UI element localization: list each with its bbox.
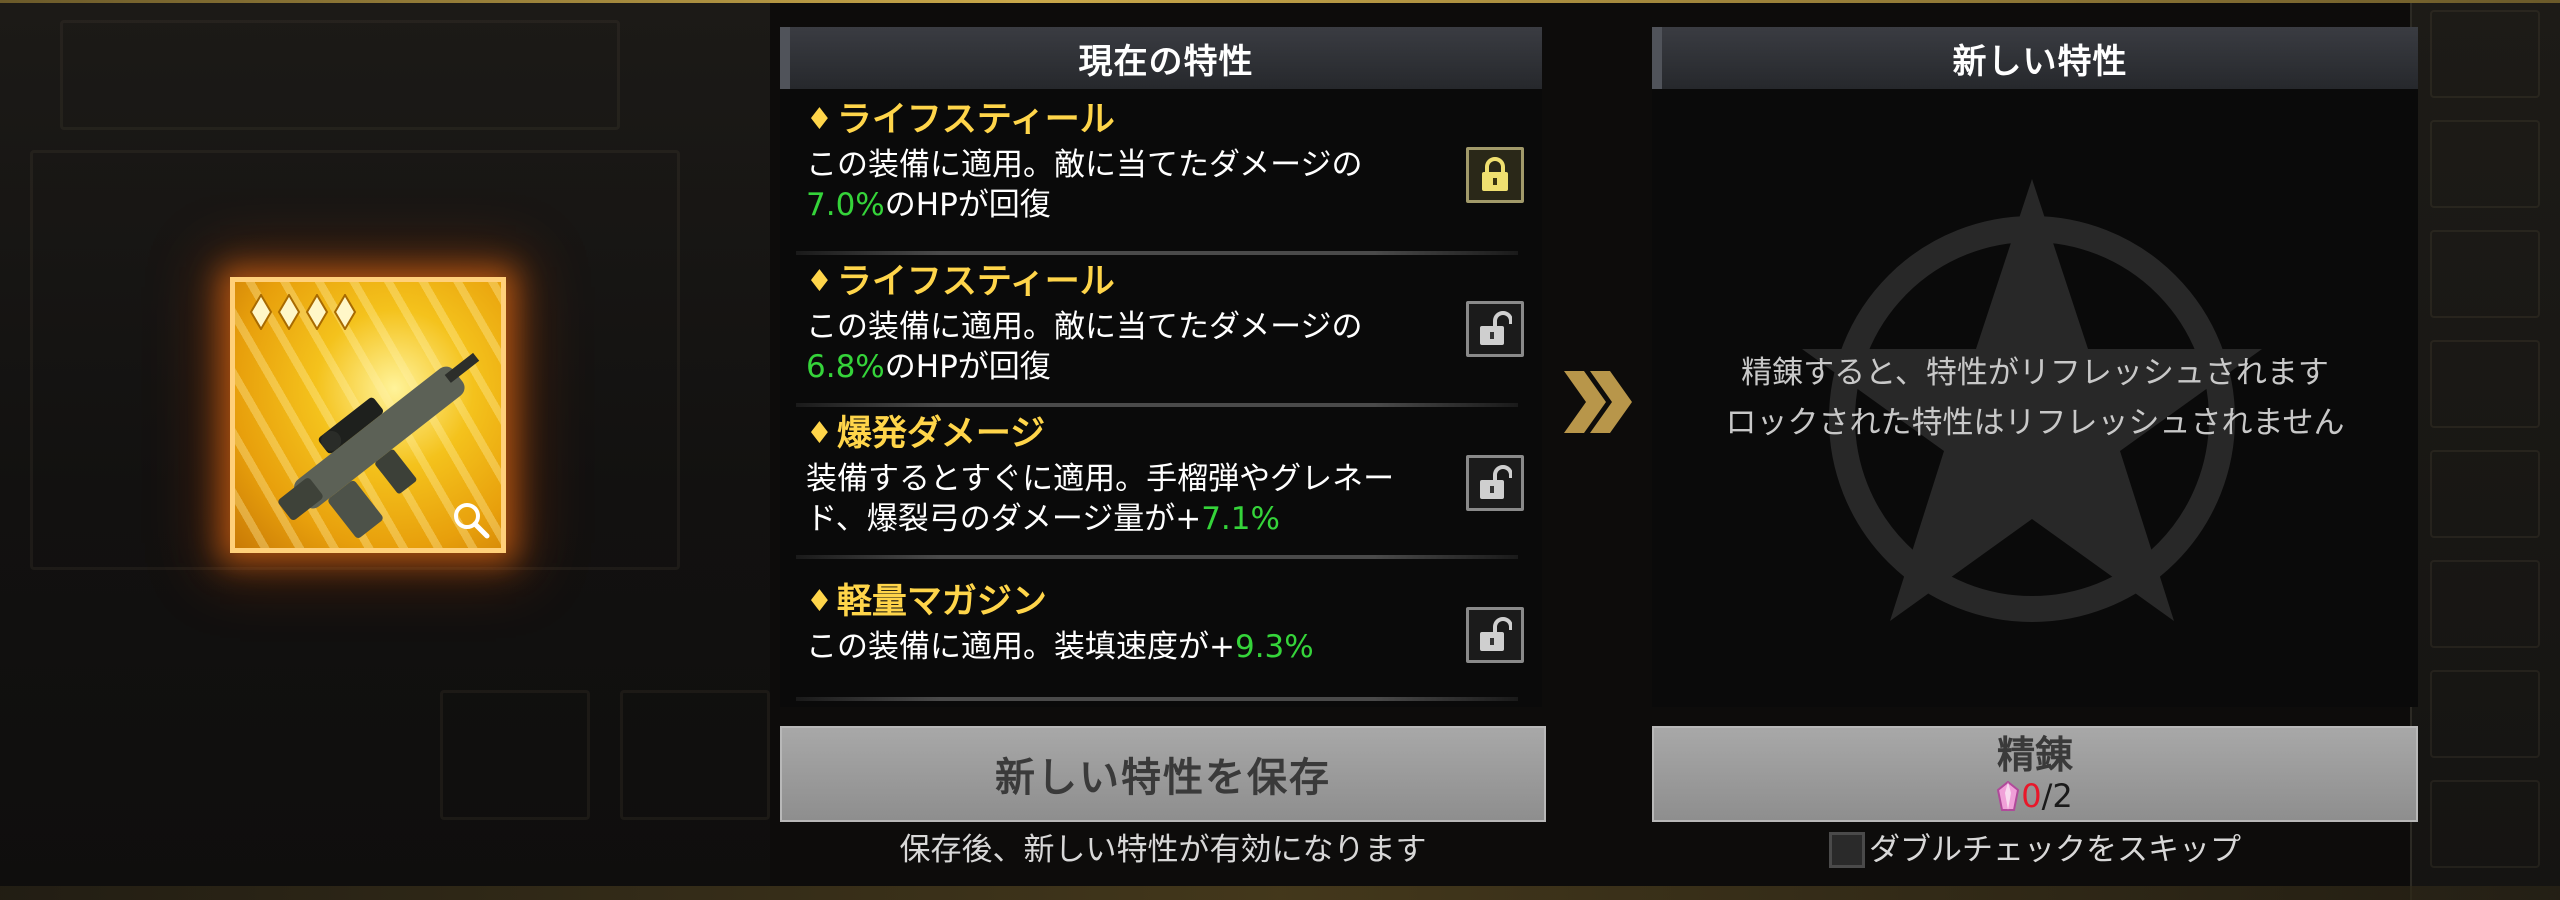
trait-value: 9.3% — [1234, 629, 1314, 665]
refine-cost-total: /2 — [2041, 777, 2073, 815]
background-ghost-tab — [2430, 230, 2540, 318]
top-border-line — [0, 0, 2560, 3]
new-traits-title: 新しい特性 — [1652, 27, 2418, 89]
refine-cost-current: 0 — [2021, 777, 2042, 815]
lock-closed-icon — [1482, 157, 1508, 191]
background-ghost-slot — [620, 690, 770, 820]
trait-desc-text: この装備に適用。敵に当てたダメージの — [806, 147, 1363, 183]
lock-button[interactable] — [1466, 301, 1524, 357]
trait-divider — [796, 251, 1518, 255]
trait-desc-text: この装備に適用。敵に当てたダメージの — [806, 309, 1363, 345]
refine-label: 精錬 — [1996, 733, 2073, 777]
lock-button[interactable] — [1466, 455, 1524, 511]
background-ghost-tab — [2430, 340, 2540, 428]
lock-open-icon — [1480, 465, 1512, 499]
new-traits-panel: 新しい特性 精錬すると、特性がリフレッシュされます ロックされた特性はリフレッシ… — [1652, 27, 2418, 707]
trait-item: ♦ 軽量マガジン この装備に適用。装填速度が+9.3% — [806, 579, 1512, 667]
current-traits-list: ♦ ライフスティール この装備に適用。敵に当てたダメージの7.0%のHPが回復 ♦… — [780, 89, 1542, 707]
background-ghost-tab — [2430, 10, 2540, 98]
background-ghost-slot — [440, 690, 590, 820]
empty-message-line1: 精錬すると、特性がリフレッシュされます — [1741, 355, 2329, 391]
diamond-icon: ♦ — [806, 416, 833, 451]
trait-item: ♦ 爆発ダメージ 装備するとすぐに適用。手榴弾やグレネード、爆裂弓のダメージ量が+… — [806, 411, 1512, 539]
crystal-icon — [1997, 781, 2020, 811]
trait-item: ♦ ライフスティール この装備に適用。敵に当てたダメージの 7.0%のHPが回復 — [806, 97, 1512, 225]
trait-name-text: 爆発ダメージ — [836, 414, 1046, 454]
skip-label: ダブルチェックをスキップ — [1869, 832, 2241, 868]
diamond-icon: ♦ — [806, 102, 833, 137]
current-traits-title: 現在の特性 — [780, 27, 1542, 89]
trait-value: 7.0% — [806, 187, 885, 223]
background-ghost-tab — [2430, 560, 2540, 648]
background-ghost-tab — [2430, 780, 2540, 868]
trait-name: ♦ ライフスティール — [806, 97, 1512, 143]
current-traits-panel: 現在の特性 ♦ ライフスティール この装備に適用。敵に当てたダメージの7.0%のH… — [780, 27, 1542, 707]
trait-divider — [796, 403, 1518, 407]
trait-description: この装備に適用。装填速度が+9.3% — [806, 627, 1426, 667]
trait-name: ♦ ライフスティール — [806, 259, 1512, 305]
equipment-item-card[interactable] — [230, 277, 506, 553]
trait-divider — [796, 555, 1518, 559]
trait-desc-suffix: のHPが回復 — [884, 187, 1051, 223]
trait-name: ♦ 爆発ダメージ — [806, 411, 1512, 457]
lock-button[interactable] — [1466, 147, 1524, 203]
lock-open-icon — [1480, 311, 1512, 345]
save-note-text: 保存後、新しい特性が有効になります — [899, 832, 1427, 868]
refine-cost: 0/2 — [1997, 777, 2073, 815]
bottom-border-strip — [0, 886, 2560, 900]
background-right-tabs — [2410, 0, 2560, 900]
trait-name-text: 軽量マガジン — [836, 582, 1047, 622]
skip-checkbox[interactable] — [1829, 832, 1865, 868]
background-ghost-tab — [2430, 670, 2540, 758]
trait-divider — [796, 697, 1518, 701]
new-traits-body: 精錬すると、特性がリフレッシュされます ロックされた特性はリフレッシュされません — [1652, 89, 2418, 707]
empty-message-line2: ロックされた特性はリフレッシュされません — [1725, 405, 2345, 441]
new-traits-empty-message: 精錬すると、特性がリフレッシュされます ロックされた特性はリフレッシュされません — [1652, 89, 2418, 707]
trait-desc-text: この装備に適用。装填速度が+ — [806, 629, 1235, 665]
skip-double-check[interactable]: ダブルチェックをスキップ — [1652, 828, 2418, 872]
trait-description: 装備するとすぐに適用。手榴弾やグレネード、爆裂弓のダメージ量が+7.1% — [806, 459, 1426, 539]
trait-description: この装備に適用。敵に当てたダメージの 7.0%のHPが回復 — [806, 145, 1426, 225]
trait-item: ♦ ライフスティール この装備に適用。敵に当てたダメージの 6.8%のHPが回復 — [806, 259, 1512, 387]
trait-desc-text: 装備するとすぐに適用。手榴弾やグレネード、爆裂弓のダメージ量が+ — [806, 461, 1395, 537]
lock-open-icon — [1480, 617, 1512, 651]
background-ghost-panel — [60, 20, 620, 130]
background-ghost-tab — [2430, 450, 2540, 538]
trait-description: この装備に適用。敵に当てたダメージの 6.8%のHPが回復 — [806, 307, 1426, 387]
magnifier-icon[interactable] — [451, 500, 491, 540]
trait-desc-suffix: のHPが回復 — [884, 349, 1051, 385]
save-new-traits-button[interactable]: 新しい特性を保存 — [780, 726, 1546, 822]
lock-button[interactable] — [1466, 607, 1524, 663]
diamond-icon: ♦ — [806, 264, 833, 299]
background-ghost-tab — [2430, 120, 2540, 208]
diamond-icon: ♦ — [806, 584, 833, 619]
trait-name-text: ライフスティール — [836, 100, 1115, 140]
trait-value: 7.1% — [1201, 501, 1280, 537]
trait-value: 6.8% — [806, 349, 885, 385]
trait-name: ♦ 軽量マガジン — [806, 579, 1512, 625]
trait-name-text: ライフスティール — [836, 262, 1115, 302]
double-chevron-right-icon — [1564, 371, 1632, 433]
refine-button[interactable]: 精錬 0/2 — [1652, 726, 2418, 822]
